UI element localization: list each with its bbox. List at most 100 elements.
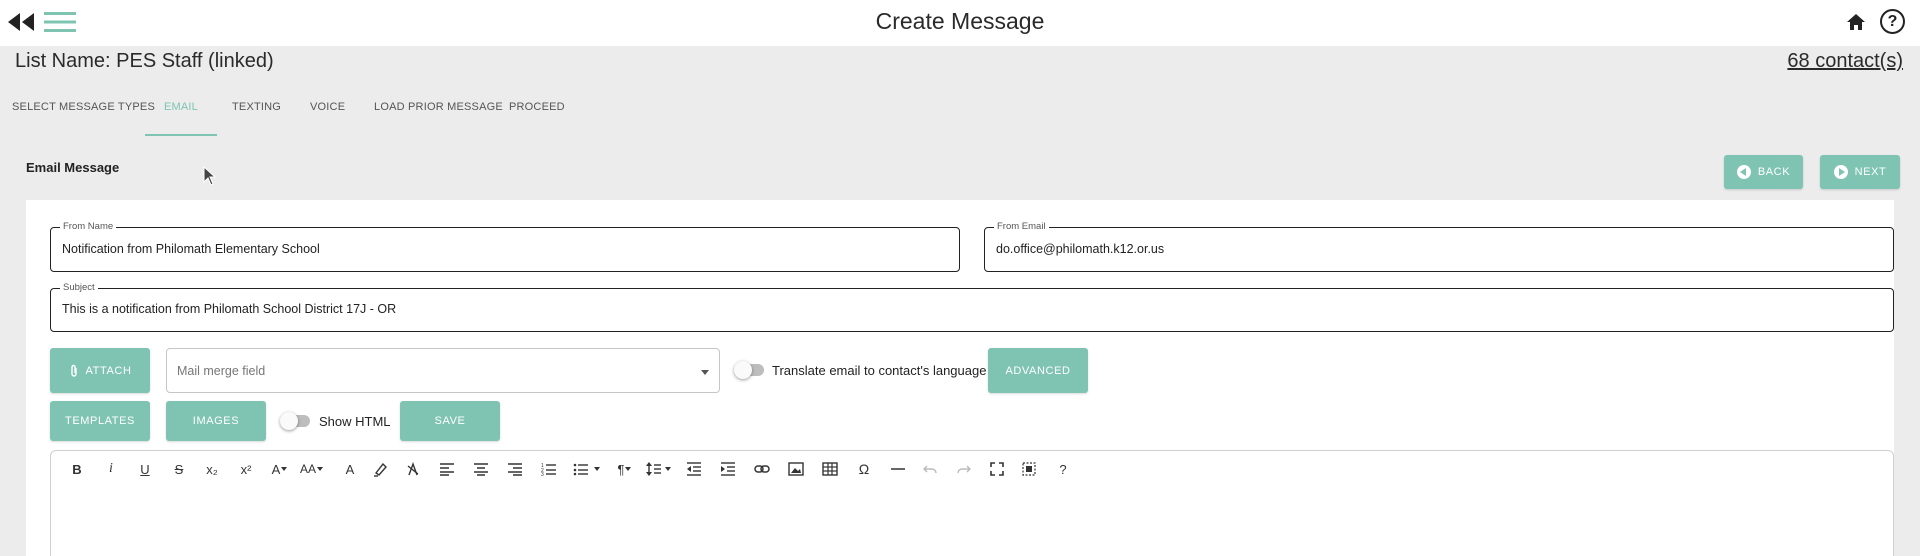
tab-email[interactable]: EMAIL xyxy=(145,92,217,136)
indent-icon xyxy=(721,462,735,476)
align-center-button[interactable] xyxy=(471,458,491,480)
superscript-button[interactable]: x² xyxy=(236,458,256,480)
paragraph-format-label: ¶ xyxy=(617,461,625,477)
tab-load-prior-message[interactable]: LOAD PRIOR MESSAGE xyxy=(374,92,503,136)
redo-button[interactable] xyxy=(954,458,974,480)
top-bar: Create Message ? xyxy=(0,0,1920,46)
section-title: Email Message xyxy=(26,160,120,175)
svg-text:3: 3 xyxy=(541,472,544,476)
ordered-list-button[interactable]: 123 xyxy=(539,458,559,480)
next-arrow-icon xyxy=(1833,165,1848,179)
outdent-button[interactable] xyxy=(684,458,704,480)
show-html-toggle[interactable] xyxy=(280,412,310,430)
toggle-knob xyxy=(280,412,298,430)
font-family-button[interactable]: A xyxy=(270,458,290,480)
attach-button[interactable]: ATTACH xyxy=(50,348,150,393)
tab-select-message-types[interactable]: SELECT MESSAGE TYPES xyxy=(12,92,155,136)
back-button-label: BACK xyxy=(1757,166,1791,178)
mouse-cursor-icon xyxy=(203,166,217,186)
special-characters-button[interactable]: Ω xyxy=(854,458,874,480)
select-all-button[interactable] xyxy=(1019,458,1039,480)
subject-value: This is a notification from Philomath Sc… xyxy=(62,302,397,316)
caret-down-icon xyxy=(625,467,632,471)
subject-label: Subject xyxy=(60,282,98,293)
italic-button[interactable]: i xyxy=(101,458,121,480)
chevron-down-icon xyxy=(701,370,709,375)
undo-icon xyxy=(923,465,937,474)
caret-down-icon xyxy=(665,467,671,471)
caret-down-icon xyxy=(281,467,288,471)
from-email-label: From Email xyxy=(994,221,1049,232)
line-height-icon xyxy=(646,462,661,476)
contacts-count-link[interactable]: 68 contact(s) xyxy=(1787,50,1903,73)
insert-link-button[interactable] xyxy=(752,458,772,480)
line-height-button[interactable] xyxy=(646,458,672,480)
undo-button[interactable] xyxy=(920,458,940,480)
caret-down-icon xyxy=(594,467,600,471)
link-icon xyxy=(754,465,770,473)
horizontal-line-button[interactable] xyxy=(888,458,908,480)
back-button[interactable]: BACK xyxy=(1724,155,1803,189)
horizontal-line-icon xyxy=(891,468,905,470)
attach-button-label: ATTACH xyxy=(85,364,132,377)
clear-format-button[interactable] xyxy=(403,458,423,480)
align-right-button[interactable] xyxy=(505,458,525,480)
advanced-button-label: ADVANCED xyxy=(1005,364,1071,377)
text-color-button[interactable]: A xyxy=(340,458,360,480)
from-name-label: From Name xyxy=(60,221,117,232)
select-all-icon xyxy=(1022,462,1036,476)
subject-field[interactable]: Subject This is a notification from Phil… xyxy=(50,282,1894,332)
templates-button-label: TEMPLATES xyxy=(65,415,135,427)
image-icon xyxy=(788,462,804,476)
save-button[interactable]: SAVE xyxy=(400,401,500,441)
underline-button[interactable]: U xyxy=(135,458,155,480)
translate-label: Translate email to contact's language xyxy=(772,363,987,378)
insert-image-button[interactable] xyxy=(786,458,806,480)
tab-texting[interactable]: TEXTING xyxy=(232,92,281,136)
next-button[interactable]: NEXT xyxy=(1820,155,1900,189)
from-email-field[interactable]: From Email do.office@philomath.k12.or.us xyxy=(984,221,1894,272)
highlight-button[interactable] xyxy=(370,458,390,480)
from-name-value: Notification from Philomath Elementary S… xyxy=(62,242,320,256)
help-icon[interactable]: ? xyxy=(1880,9,1905,34)
align-left-icon xyxy=(440,463,454,476)
page-title: Create Message xyxy=(875,8,1045,34)
templates-button[interactable]: TEMPLATES xyxy=(50,401,150,441)
translate-toggle[interactable] xyxy=(734,361,764,379)
bold-button[interactable]: B xyxy=(67,458,87,480)
toggle-knob xyxy=(734,361,752,379)
mail-merge-placeholder: Mail merge field xyxy=(177,364,266,378)
strikethrough-button[interactable]: S xyxy=(169,458,189,480)
images-button-label: IMAGES xyxy=(192,415,240,427)
outdent-icon xyxy=(687,462,701,476)
caret-down-icon xyxy=(317,467,324,471)
tab-proceed[interactable]: PROCEED xyxy=(509,92,565,136)
tab-voice[interactable]: VOICE xyxy=(310,92,345,136)
subscript-button[interactable]: x₂ xyxy=(202,458,222,480)
align-left-button[interactable] xyxy=(437,458,457,480)
insert-table-button[interactable] xyxy=(820,458,840,480)
align-right-icon xyxy=(508,463,522,476)
font-family-label: A xyxy=(271,461,281,477)
list-name: List Name: PES Staff (linked) xyxy=(15,50,274,72)
help-button[interactable]: ? xyxy=(1053,458,1073,480)
unordered-list-button[interactable] xyxy=(573,458,601,480)
clear-format-icon xyxy=(407,461,419,476)
align-center-icon xyxy=(474,463,488,476)
advanced-button[interactable]: ADVANCED xyxy=(988,348,1088,393)
fullscreen-button[interactable] xyxy=(987,458,1007,480)
paperclip-icon xyxy=(70,364,77,377)
mail-merge-select[interactable]: Mail merge field xyxy=(166,348,720,393)
from-email-value: do.office@philomath.k12.or.us xyxy=(996,242,1165,256)
table-icon xyxy=(822,462,838,476)
paragraph-format-button[interactable]: ¶ xyxy=(615,458,635,480)
from-name-field[interactable]: From Name Notification from Philomath El… xyxy=(50,221,960,272)
fullscreen-icon xyxy=(990,462,1004,476)
font-size-button[interactable]: AA xyxy=(300,458,324,480)
home-icon[interactable] xyxy=(1846,12,1866,32)
images-button[interactable]: IMAGES xyxy=(166,401,266,441)
back-arrow-icon xyxy=(1736,165,1751,179)
highlighter-icon xyxy=(374,462,387,477)
indent-button[interactable] xyxy=(718,458,738,480)
show-html-label: Show HTML xyxy=(319,414,391,429)
